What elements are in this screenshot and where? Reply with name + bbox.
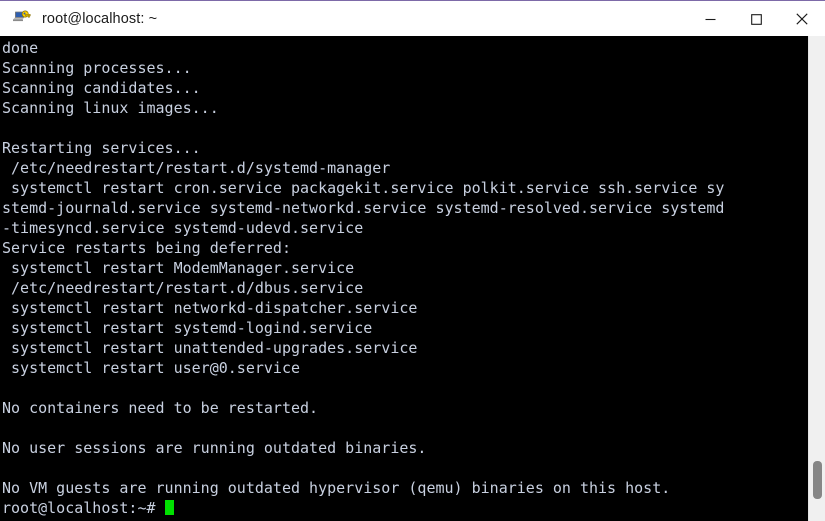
terminal-prompt-line: root@localhost:~# [2, 498, 724, 518]
minimize-button[interactable] [687, 1, 733, 37]
title-bar-left: root@localhost: ~ [0, 9, 687, 29]
terminal-line: No containers need to be restarted. [2, 399, 319, 417]
terminal-line: systemctl restart user@0.service [2, 359, 301, 377]
terminal-line: /etc/needrestart/restart.d/dbus.service [2, 279, 364, 297]
terminal-line: No VM guests are running outdated hyperv… [2, 479, 671, 497]
title-bar[interactable]: root@localhost: ~ [0, 0, 825, 37]
terminal-line: /etc/needrestart/restart.d/systemd-manag… [2, 159, 391, 177]
putty-terminal-icon [12, 9, 32, 29]
terminal-line: -timesyncd.service systemd-udevd.service [2, 219, 364, 237]
terminal-line: systemctl restart ModemManager.service [2, 259, 355, 277]
terminal-line: Scanning processes... [2, 59, 192, 77]
shell-prompt: root@localhost:~# [2, 499, 165, 517]
terminal-line: Scanning linux images... [2, 99, 219, 117]
terminal-scrollbar[interactable] [808, 36, 825, 521]
terminal-line: stemd-journald.service systemd-networkd.… [2, 199, 725, 217]
terminal-line: Scanning candidates... [2, 79, 201, 97]
maximize-button[interactable] [733, 1, 779, 37]
scrollbar-thumb[interactable] [813, 461, 822, 499]
terminal-window: root@localhost: ~ done Scanning processe… [0, 0, 825, 521]
terminal-line: systemctl restart systemd-logind.service [2, 319, 373, 337]
terminal-line: done [2, 39, 39, 57]
close-button[interactable] [779, 1, 825, 37]
terminal-line: Service restarts being deferred: [2, 239, 291, 257]
terminal-cursor [164, 500, 174, 515]
terminal-output-area[interactable]: done Scanning processes... Scanning candid… [0, 36, 808, 521]
window-controls [687, 1, 825, 37]
terminal-line: systemctl restart cron.service packageki… [2, 179, 725, 197]
terminal-line: systemctl restart networkd-dispatcher.se… [2, 299, 418, 317]
terminal-line: systemctl restart unattended-upgrades.se… [2, 339, 418, 357]
terminal-line: No user sessions are running outdated bi… [2, 439, 427, 457]
window-title: root@localhost: ~ [42, 11, 158, 27]
terminal-line: Restarting services... [2, 139, 201, 157]
terminal-text: done Scanning processes... Scanning candid… [0, 36, 724, 518]
